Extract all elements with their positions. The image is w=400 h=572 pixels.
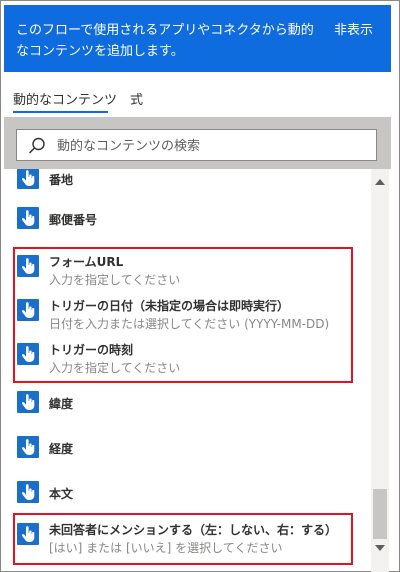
dynamic-content-panel: このフローで使用されるアプリやコネクタから動的なコンテンツを追加します。 非表示… <box>0 0 400 572</box>
scroll-up-arrow-icon[interactable] <box>375 179 385 185</box>
list-item-title: 経度 <box>49 442 74 456</box>
search-icon <box>28 137 45 154</box>
highlight-box <box>13 247 353 383</box>
list-item[interactable]: 郵便番号 <box>15 199 353 243</box>
list-item[interactable]: 緯度 <box>15 383 353 427</box>
search-box[interactable] <box>16 129 377 161</box>
touch-hand-icon <box>17 436 39 458</box>
list-item-title: 緯度 <box>49 397 74 411</box>
dynamic-content-list: 番地 郵便番号 フォームURL 入力を指定してください トリガーの日付（未指定の… <box>1 169 371 572</box>
touch-hand-icon <box>17 481 39 503</box>
tab-dynamic-content[interactable]: 動的なコンテンツ <box>13 89 117 108</box>
list-item[interactable]: 経度 <box>15 428 353 472</box>
touch-hand-icon <box>17 207 39 229</box>
highlight-box <box>13 513 353 565</box>
info-banner: このフローで使用されるアプリやコネクタから動的なコンテンツを追加します。 非表示 <box>4 5 391 72</box>
tab-expression[interactable]: 式 <box>130 89 143 108</box>
search-panel <box>4 117 391 169</box>
list-item[interactable]: 番地 <box>15 169 353 203</box>
banner-text: このフローで使用されるアプリやコネクタから動的なコンテンツを追加します。 <box>16 23 314 59</box>
hide-button[interactable]: 非表示 <box>334 20 373 41</box>
touch-hand-icon <box>17 169 39 189</box>
scrollbar[interactable] <box>371 169 389 572</box>
scroll-down-arrow-icon[interactable] <box>375 545 385 551</box>
list-item[interactable]: 本文 <box>15 473 353 517</box>
list-item-title: 本文 <box>49 487 74 501</box>
tab-selected-indicator <box>13 111 108 113</box>
tab-bar: 動的なコンテンツ 式 <box>1 73 399 121</box>
touch-hand-icon <box>17 391 39 413</box>
list-item-title: 郵便番号 <box>49 213 98 227</box>
search-input[interactable] <box>57 136 357 156</box>
list-item-title: 番地 <box>49 173 74 187</box>
scroll-thumb[interactable] <box>373 489 387 539</box>
